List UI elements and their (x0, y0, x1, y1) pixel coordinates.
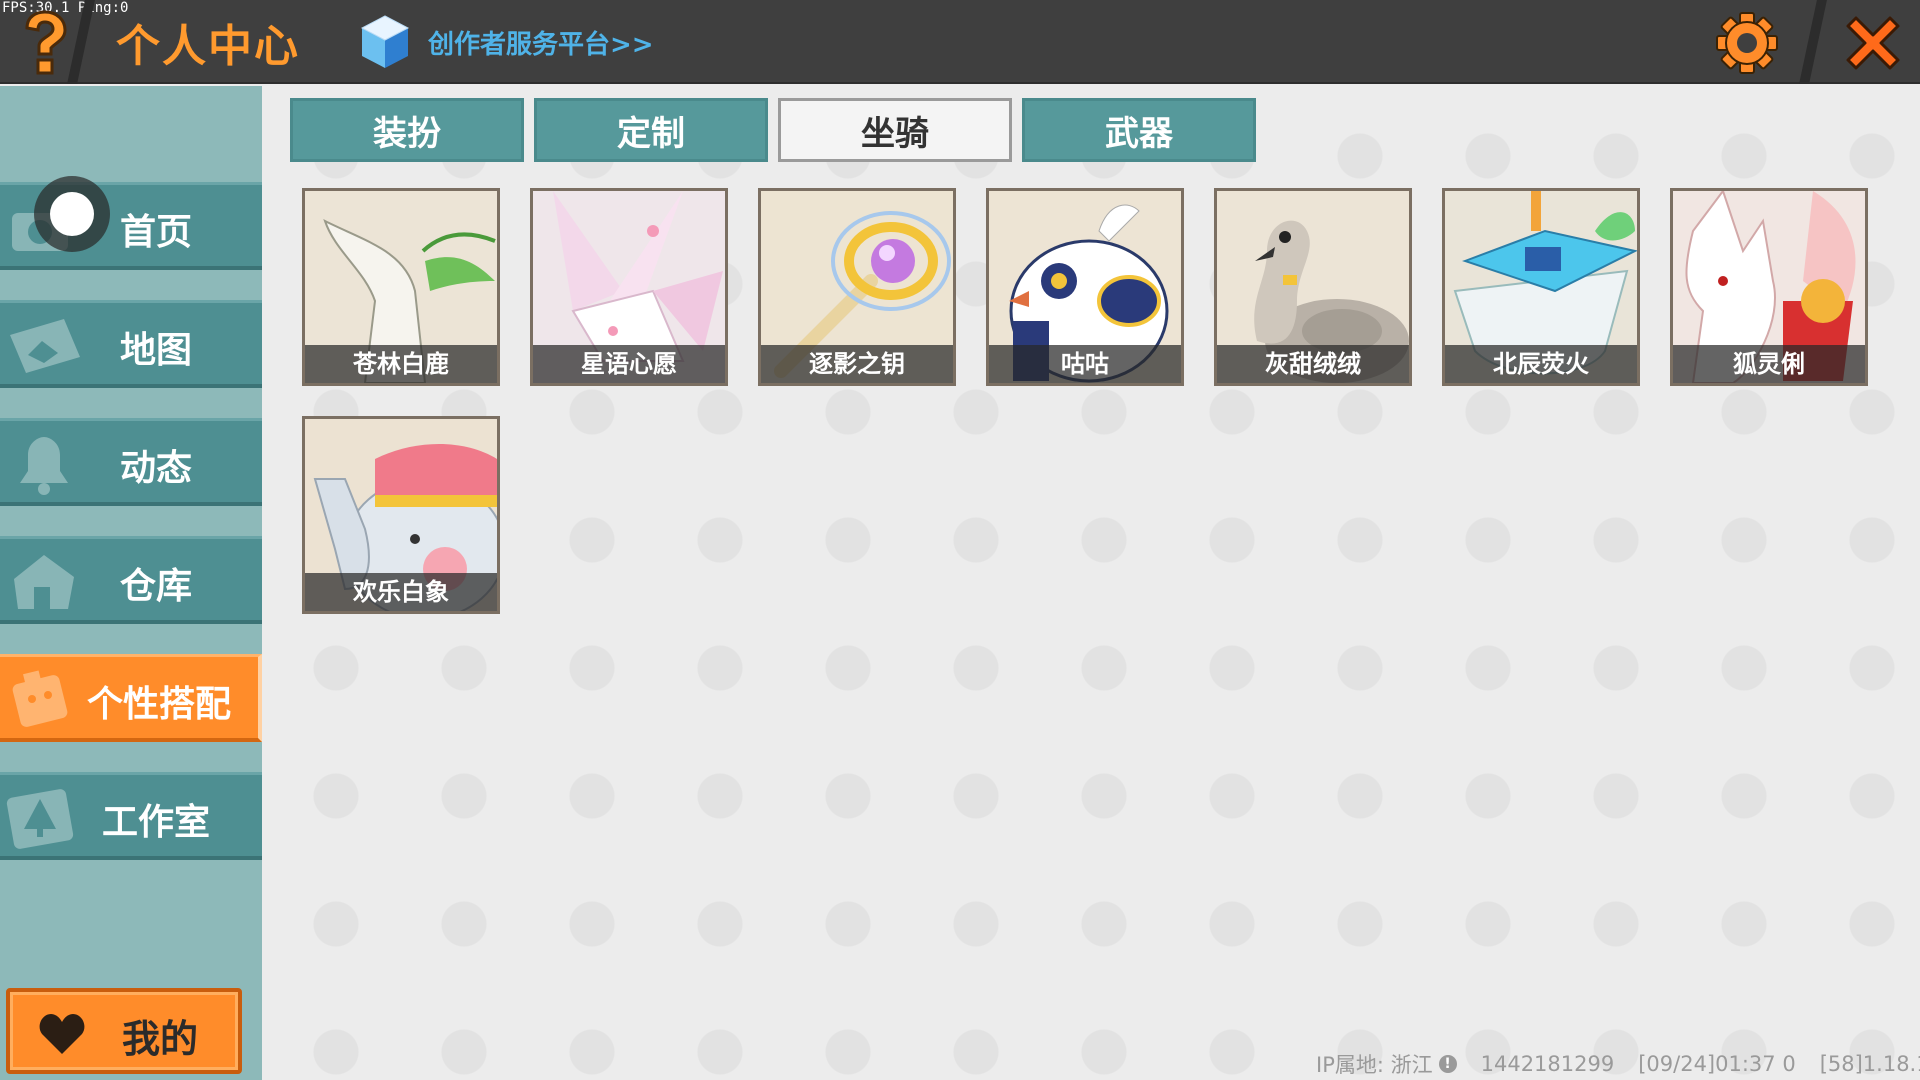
question-mark-icon (25, 10, 67, 75)
close-x-icon (1846, 16, 1900, 70)
timestamp: [09/24]01:37 0 (1638, 1052, 1796, 1076)
mount-card[interactable]: 狐灵俐 (1670, 188, 1868, 386)
my-button-label: 我的 (122, 1017, 199, 1061)
mount-name: 咕咕 (989, 345, 1181, 383)
sidebar-item-map[interactable]: 地图 (0, 300, 262, 388)
top-bar: FPS:30.1 Ping:0 个人中心 创作者服务平台>> (0, 0, 1920, 84)
settings-button[interactable] (1712, 8, 1782, 78)
version: [58]1.18.1 (1819, 1052, 1920, 1076)
heart-icon (39, 1014, 85, 1054)
sidebar-item-outfit[interactable]: 个性搭配 (0, 654, 262, 742)
sidebar-item-label: 动态 (119, 448, 192, 489)
sidebar-item-feed[interactable]: 动态 (0, 418, 262, 506)
user-id: 1442181299 (1480, 1052, 1615, 1076)
status-footer: IP属地: 浙江 ! 1442181299 [09/24]01:37 0 [58… (1316, 1049, 1920, 1079)
mount-card[interactable]: 星语心愿 (530, 188, 728, 386)
mount-name: 北辰荧火 (1445, 345, 1637, 383)
mount-name: 灰甜绒绒 (1217, 345, 1409, 383)
sidebar-item-label: 仓库 (119, 566, 192, 607)
mount-name: 狐灵俐 (1673, 345, 1865, 383)
close-button[interactable] (1838, 8, 1908, 78)
ip-location-text: IP属地: 浙江 (1316, 1053, 1433, 1077)
tab-dressup[interactable]: 装扮 (290, 98, 524, 162)
mount-name: 逐影之钥 (761, 345, 953, 383)
tab-custom[interactable]: 定制 (534, 98, 768, 162)
sidebar-item-label: 地图 (119, 330, 192, 371)
mount-card[interactable]: 欢乐白象 (302, 416, 500, 614)
mount-card[interactable]: 灰甜绒绒 (1214, 188, 1412, 386)
ip-location: IP属地: 浙江 ! (1316, 1049, 1457, 1079)
tab-mounts[interactable]: 坐骑 (778, 98, 1012, 162)
sidebar-item-warehouse[interactable]: 仓库 (0, 536, 262, 624)
cube-icon (360, 15, 410, 68)
sidebar-item-label: 工作室 (101, 802, 210, 843)
mount-name: 星语心愿 (533, 345, 725, 383)
header-divider (1799, 0, 1827, 84)
tab-weapons[interactable]: 武器 (1022, 98, 1256, 162)
info-icon[interactable]: ! (1438, 1055, 1457, 1073)
sidebar: 首页 地图 动态 仓库 个性搭配 工作室 我的 (0, 86, 262, 1080)
sidebar-item-studio[interactable]: 工作室 (0, 772, 262, 860)
my-button[interactable]: 我的 (6, 988, 242, 1074)
page-title: 个人中心 (116, 21, 300, 72)
mount-name: 苍林白鹿 (305, 345, 497, 383)
mount-card[interactable]: 苍林白鹿 (302, 188, 500, 386)
creator-platform-link[interactable]: 创作者服务平台>> (360, 14, 654, 70)
category-tabs: 装扮 定制 坐骑 武器 (290, 98, 1256, 162)
mount-name: 欢乐白象 (305, 573, 497, 611)
creator-link-label: 创作者服务平台>> (428, 29, 654, 60)
mount-card[interactable]: 北辰荧火 (1442, 188, 1640, 386)
sidebar-item-label: 个性搭配 (86, 684, 231, 725)
gear-icon (1716, 12, 1778, 74)
floating-toggle-button[interactable] (34, 176, 110, 252)
mount-card[interactable]: 逐影之钥 (758, 188, 956, 386)
main-content: 装扮 定制 坐骑 武器 苍林白鹿 星语心愿 逐影之钥 咕咕 灰甜绒绒 北辰荧火 … (262, 86, 1920, 1080)
help-button[interactable] (12, 8, 76, 78)
mount-card[interactable]: 咕咕 (986, 188, 1184, 386)
